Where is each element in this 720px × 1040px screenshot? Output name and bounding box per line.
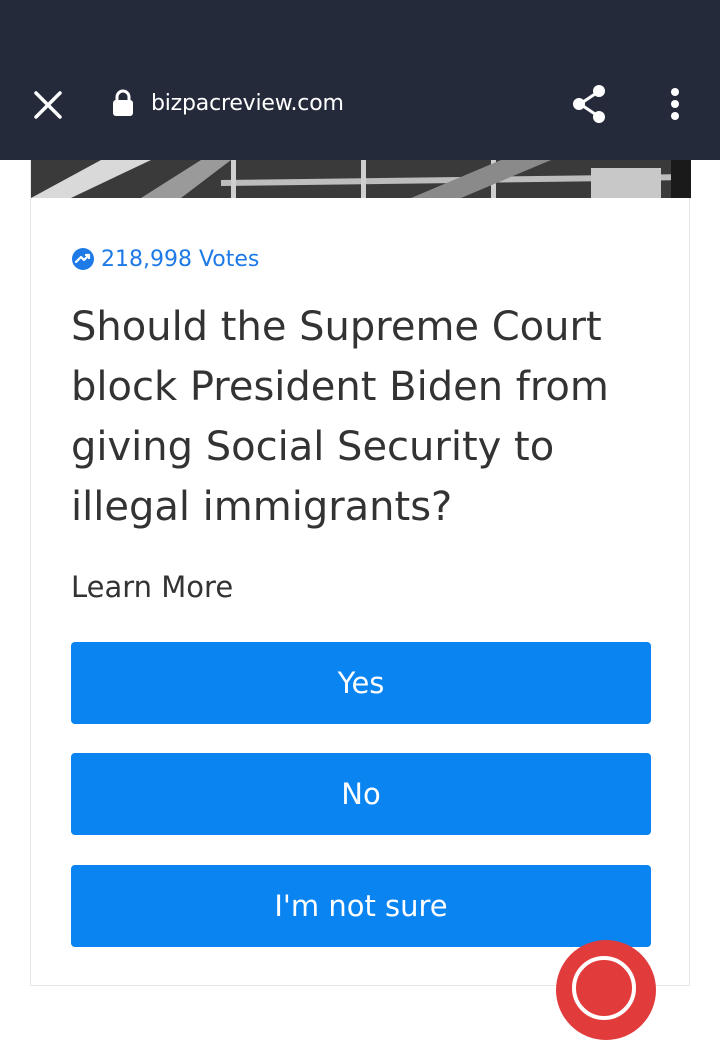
floating-action-badge[interactable] [556, 940, 656, 1040]
option-no-button[interactable]: No [71, 753, 651, 835]
hero-image [31, 160, 691, 198]
learn-more-link[interactable]: Learn More [71, 570, 233, 604]
trending-up-icon [72, 248, 94, 270]
more-vert-icon [671, 88, 679, 120]
badge-ring-icon [572, 956, 636, 1020]
lock-icon [113, 89, 133, 116]
more-options-button[interactable] [660, 82, 690, 126]
close-button[interactable] [28, 86, 68, 124]
option-not-sure-button[interactable]: I'm not sure [71, 865, 651, 947]
browser-toolbar: bizpacreview.com [0, 0, 720, 160]
share-icon [573, 85, 605, 123]
close-icon [34, 91, 62, 119]
url-text[interactable]: bizpacreview.com [151, 89, 344, 119]
poll-question: Should the Supreme Court block President… [71, 304, 609, 530]
poll-card: 218,998 Votes Should the Supreme Court b… [30, 160, 691, 986]
vote-count-label: 218,998 Votes [101, 246, 260, 272]
vote-count: 218,998 Votes [71, 244, 259, 274]
share-button[interactable] [568, 82, 612, 126]
option-yes-button[interactable]: Yes [71, 642, 651, 724]
hero-photo-graphic [31, 160, 691, 198]
